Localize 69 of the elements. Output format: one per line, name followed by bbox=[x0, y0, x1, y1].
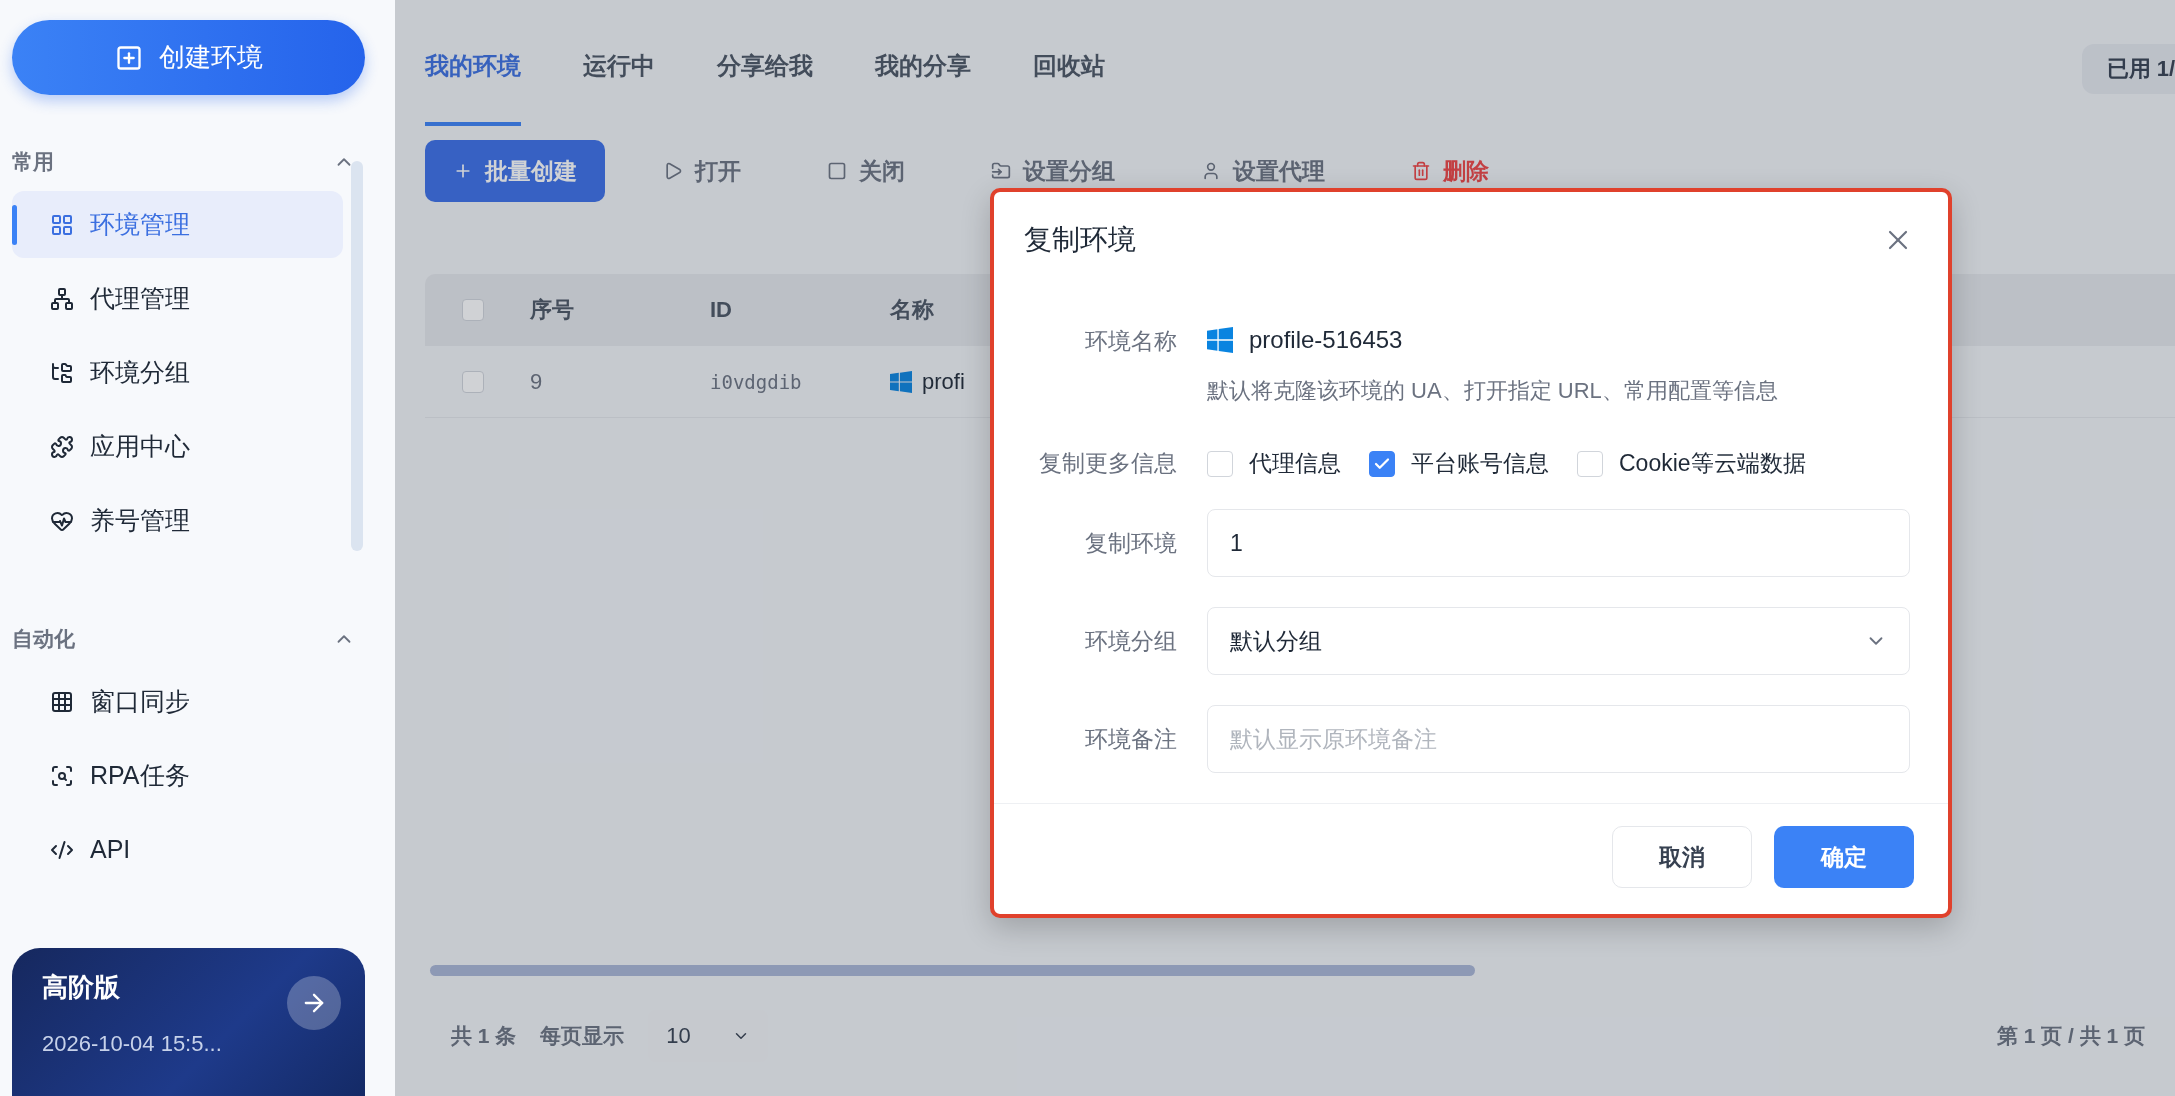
sidebar-item[interactable]: RPA任务 bbox=[12, 742, 343, 809]
sidebar-item[interactable]: 代理管理 bbox=[12, 265, 343, 332]
section-title: 自动化 bbox=[12, 626, 75, 652]
sidebar-item[interactable]: 环境管理 bbox=[12, 191, 343, 258]
user-icon bbox=[1201, 161, 1221, 181]
column-header: 序号 bbox=[529, 296, 575, 324]
page-size-label: 每页显示 bbox=[540, 1023, 625, 1049]
checkbox-label: Cookie等云端数据 bbox=[1619, 449, 1806, 478]
profile-name: profi bbox=[922, 368, 965, 395]
toolbar-button[interactable]: 设置代理 bbox=[1173, 140, 1353, 202]
checkbox-label: 代理信息 bbox=[1249, 449, 1341, 478]
field-label: 环境分组 bbox=[1084, 626, 1177, 656]
cancel-button[interactable]: 取消 bbox=[1612, 826, 1752, 888]
profile-name: profile-516453 bbox=[1249, 326, 1403, 354]
field-label: 环境名称 bbox=[1084, 327, 1177, 356]
plan-title: 高阶版 bbox=[42, 971, 120, 1004]
page-indicator: 第 1 页 / 共 1 页 bbox=[1996, 1023, 2145, 1049]
sidebar-item[interactable]: API bbox=[12, 816, 343, 883]
field-label: 环境备注 bbox=[1084, 724, 1177, 754]
sidebar-item[interactable]: 应用中心 bbox=[12, 413, 343, 480]
checkbox-label: 平台账号信息 bbox=[1411, 449, 1549, 478]
plan-expiry: 2026-10-04 15:5... bbox=[42, 1031, 222, 1057]
grid-icon bbox=[50, 212, 74, 237]
toolbar-button[interactable]: 删除 bbox=[1383, 140, 1517, 202]
horizontal-scrollbar[interactable] bbox=[430, 965, 1475, 976]
square-icon bbox=[827, 161, 847, 181]
field-label: 复制更多信息 bbox=[1038, 449, 1177, 478]
confirm-button[interactable]: 确定 bbox=[1774, 826, 1914, 888]
group-select[interactable]: 默认分组 bbox=[1207, 607, 1910, 675]
hint-text: 默认将克隆该环境的 UA、打开指定 URL、常用配置等信息 bbox=[1207, 377, 1779, 405]
table-cell-text: 9 bbox=[529, 368, 544, 395]
input-field[interactable]: 默认显示原环境备注 bbox=[1207, 705, 1910, 773]
dialog-title: 复制环境 bbox=[1024, 223, 1136, 257]
tree-icon bbox=[50, 360, 74, 385]
column-header: ID bbox=[709, 297, 733, 323]
toolbar-button[interactable]: 打开 bbox=[635, 140, 769, 202]
folder-icon bbox=[991, 161, 1011, 181]
network-icon bbox=[50, 286, 74, 311]
scan-icon bbox=[50, 763, 74, 788]
trash-icon bbox=[1411, 161, 1431, 181]
create-environment-button[interactable]: 创建环境 bbox=[12, 20, 365, 95]
toolbar-button[interactable]: 批量创建 bbox=[425, 140, 605, 202]
section-title: 常用 bbox=[12, 149, 54, 175]
toolbar-button[interactable]: 关闭 bbox=[799, 140, 933, 202]
column-header: 名称 bbox=[889, 296, 935, 324]
tab[interactable]: 我的环境 bbox=[425, 20, 521, 126]
tab[interactable]: 我的分享 bbox=[875, 20, 971, 126]
sidebar-item[interactable]: 窗口同步 bbox=[12, 668, 343, 735]
square-plus-icon bbox=[114, 43, 143, 72]
sidebar-item[interactable]: 环境分组 bbox=[12, 339, 343, 406]
input-field[interactable]: 1 bbox=[1207, 509, 1910, 577]
windows-icon bbox=[890, 370, 912, 393]
tab[interactable]: 分享给我 bbox=[717, 20, 813, 126]
checkbox[interactable] bbox=[1369, 450, 1395, 477]
usage-badge: 已用 1/ bbox=[2081, 44, 2175, 94]
grid-icon bbox=[50, 689, 74, 714]
sidebar-item[interactable]: 养号管理 bbox=[12, 487, 343, 554]
total-count: 共 1 条 bbox=[451, 1023, 517, 1049]
table-cell-text: i0vdgdib bbox=[709, 370, 803, 393]
tab[interactable]: 回收站 bbox=[1033, 20, 1105, 126]
tab[interactable]: 运行中 bbox=[583, 20, 655, 126]
arrow-button[interactable] bbox=[287, 976, 341, 1030]
scrollbar[interactable] bbox=[351, 161, 363, 551]
windows-icon bbox=[1207, 327, 1233, 353]
toolbar-button[interactable]: 设置分组 bbox=[963, 140, 1143, 202]
plan-card[interactable]: 高阶版 2026-10-04 15:5... bbox=[12, 948, 365, 1096]
play-icon bbox=[663, 161, 683, 181]
field-label: 复制环境 bbox=[1084, 528, 1177, 558]
puzzle-icon bbox=[50, 434, 74, 459]
